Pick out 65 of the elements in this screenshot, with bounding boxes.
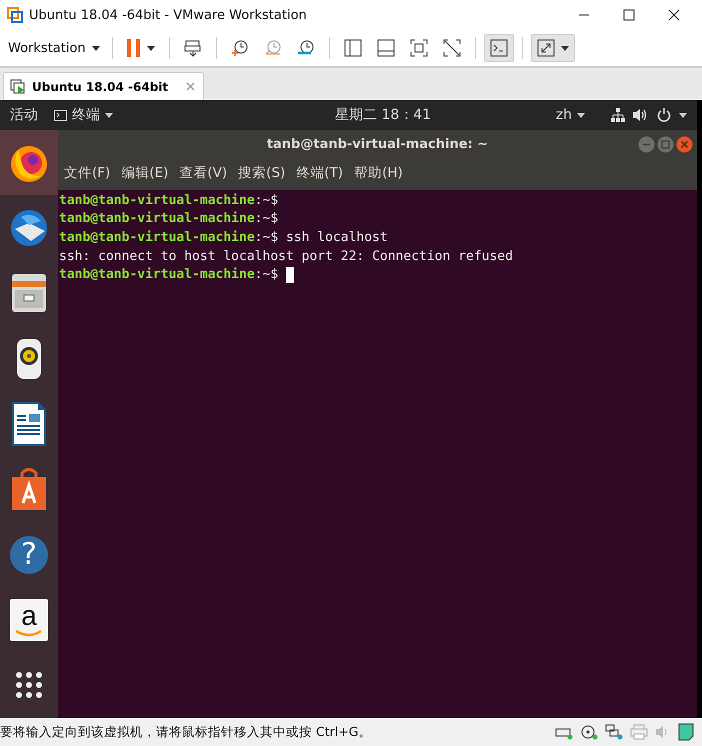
console-button[interactable] bbox=[484, 34, 514, 62]
stretch-icon bbox=[536, 39, 555, 57]
document-icon bbox=[12, 402, 46, 446]
app-grid-icon bbox=[15, 671, 43, 700]
file-cabinet-icon bbox=[11, 273, 47, 314]
system-menu[interactable] bbox=[611, 108, 687, 122]
clock[interactable]: 星期二 18：41 bbox=[335, 106, 432, 124]
menu-item[interactable]: 编辑(E) bbox=[121, 164, 168, 182]
app-menu[interactable]: 终端 bbox=[54, 106, 113, 124]
keyboard-arrow-icon bbox=[184, 39, 202, 57]
clock-arrow-icon bbox=[264, 39, 282, 57]
disc-icon[interactable] bbox=[580, 724, 598, 740]
menu-item[interactable]: 帮助(H) bbox=[354, 164, 403, 182]
volume-icon bbox=[633, 108, 649, 122]
amazon-launcher[interactable]: a bbox=[0, 587, 58, 653]
prompt-path: :~$ bbox=[254, 267, 278, 282]
vm-tab[interactable]: Ubuntu 18.04 -64bit bbox=[3, 72, 204, 100]
caret-icon bbox=[560, 46, 569, 50]
menu-item[interactable]: 搜索(S) bbox=[238, 164, 286, 182]
status-message: 要将输入定向到该虚拟机，请将鼠标指针移入其中或按 Ctrl+G。 bbox=[0, 724, 372, 740]
menu-item[interactable]: 终端(T) bbox=[296, 164, 344, 182]
network-icon bbox=[611, 108, 625, 122]
caret-icon bbox=[105, 112, 113, 118]
vmware-logo-icon bbox=[7, 7, 23, 23]
fullscreen-icon bbox=[410, 39, 428, 57]
caret-icon bbox=[679, 112, 687, 118]
caret-icon bbox=[577, 112, 585, 118]
clock-wrench-icon bbox=[296, 39, 315, 57]
bottom-panel-icon bbox=[376, 39, 395, 57]
prompt-path: :~$ bbox=[254, 211, 278, 226]
clock-plus-icon bbox=[230, 39, 249, 57]
crossed-window-icon bbox=[442, 39, 461, 57]
prompt-path: :~$ bbox=[254, 192, 278, 208]
prompt-user-host: tanb@tanb-virtual-machine bbox=[59, 192, 255, 208]
help-launcher[interactable]: ? bbox=[0, 522, 58, 588]
terminal-icon bbox=[54, 110, 67, 120]
help-icon: ? bbox=[10, 536, 48, 574]
prompt-user-host: tanb@tanb-virtual-machine bbox=[59, 267, 255, 282]
command-text: ssh localhost bbox=[286, 230, 388, 245]
sidebar-layout-icon bbox=[344, 39, 362, 57]
prompt-user-host: tanb@tanb-virtual-machine bbox=[59, 230, 255, 245]
network-adapter-icon[interactable] bbox=[605, 724, 623, 740]
prompt-user-host: tanb@tanb-virtual-machine bbox=[59, 211, 255, 226]
workstation-menu[interactable]: Workstation bbox=[4, 38, 104, 58]
prompt-path: :~$ bbox=[254, 230, 278, 245]
stretch-button[interactable] bbox=[530, 34, 575, 62]
input-method-menu[interactable]: zh bbox=[556, 107, 585, 123]
amazon-icon: a bbox=[10, 598, 48, 641]
menu-item[interactable]: 文件(F) bbox=[64, 164, 110, 182]
terminal-title: tanb@tanb-virtual-machine: ~ bbox=[266, 136, 488, 152]
vm-play-icon bbox=[10, 78, 26, 94]
note-icon[interactable] bbox=[678, 723, 694, 741]
menu-item[interactable]: 查看(V) bbox=[179, 164, 228, 182]
caret-icon bbox=[92, 46, 100, 50]
shopping-bag-icon bbox=[11, 467, 47, 512]
caret-icon bbox=[146, 46, 155, 50]
window-title: Ubuntu 18.04 -64bit - VMware Workstation bbox=[29, 8, 307, 22]
terminal-icon bbox=[490, 39, 508, 57]
pause-icon bbox=[126, 39, 141, 57]
maximize-icon[interactable] bbox=[623, 9, 635, 21]
close-icon[interactable] bbox=[668, 9, 680, 21]
power-icon bbox=[657, 108, 671, 122]
firefox-launcher[interactable] bbox=[0, 130, 58, 196]
activities-button[interactable]: 活动 bbox=[10, 106, 38, 124]
output-text: ssh: connect to host localhost port 22: Connection refused bbox=[59, 248, 513, 264]
